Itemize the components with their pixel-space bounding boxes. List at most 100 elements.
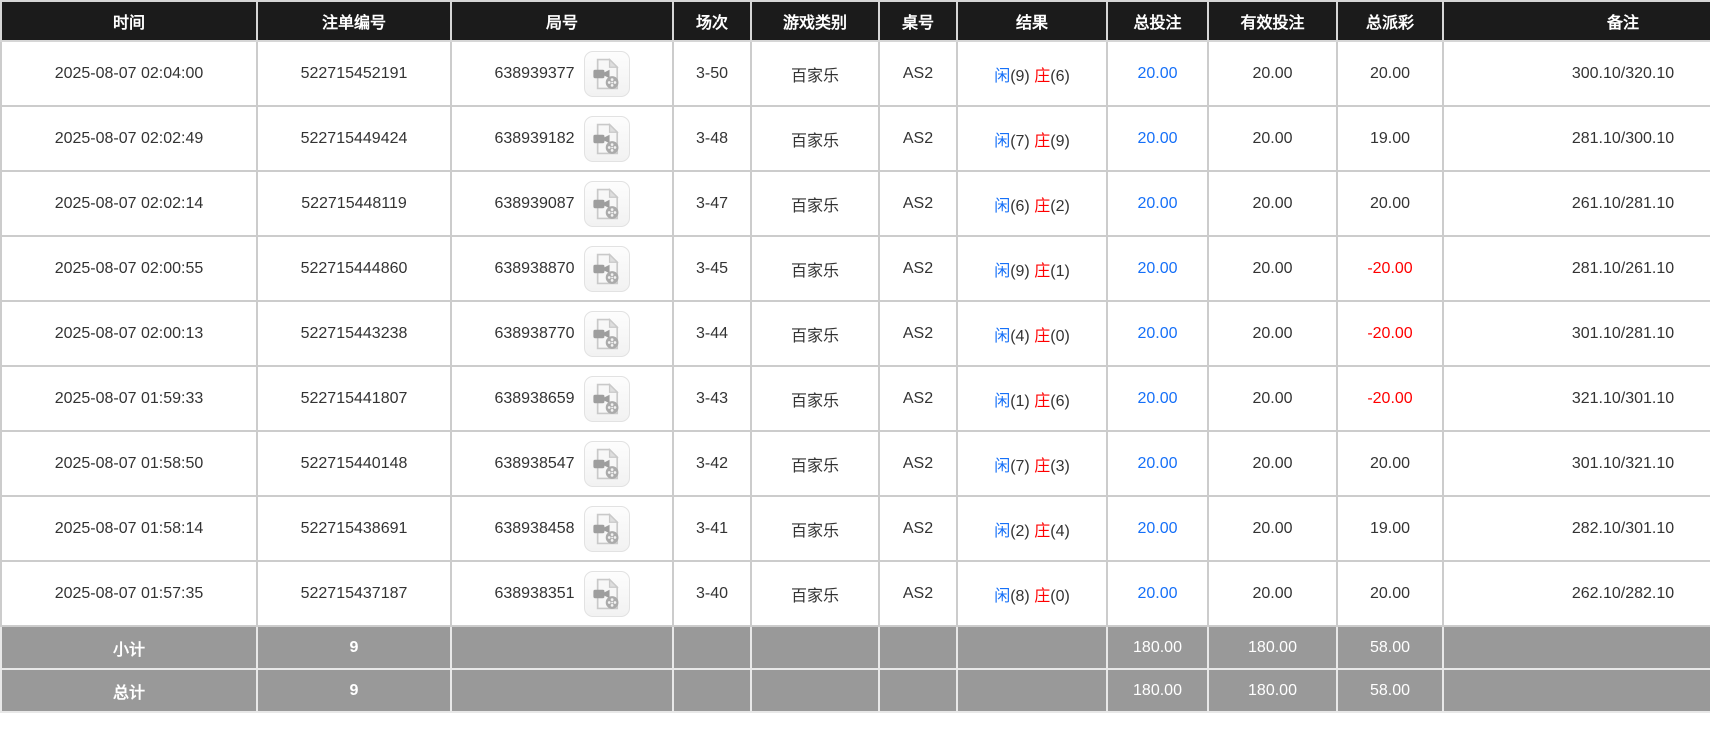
cell-remark: 262.10/282.10 <box>1442 560 1710 627</box>
cell-total-bet[interactable]: 20.00 <box>1106 235 1209 302</box>
video-replay-icon <box>592 512 622 546</box>
cell-valid-bet: 20.00 <box>1207 560 1338 627</box>
cell-table-no: AS2 <box>878 430 958 497</box>
video-replay-button[interactable] <box>583 505 630 552</box>
subtotal-label: 小计 <box>0 625 258 670</box>
result-player-label: 闲 <box>994 457 1011 475</box>
cell-total-payout: 19.00 <box>1336 495 1444 562</box>
cell-table-no: AS2 <box>878 495 958 562</box>
video-replay-icon <box>592 122 622 156</box>
cell-game-type: 百家乐 <box>750 365 880 432</box>
table-row: 2025-08-07 02:00:55 522715444860 6389388… <box>0 235 1710 302</box>
result-banker-label: 庄 <box>1034 197 1051 215</box>
cell-time: 2025-08-07 02:00:55 <box>0 235 258 302</box>
cell-round: 638938351 <box>450 560 674 627</box>
round-number: 638939087 <box>494 194 575 212</box>
cell-session: 3-43 <box>672 365 752 432</box>
col-header-valid-bet: 有效投注 <box>1207 0 1338 42</box>
cell-total-payout: -20.00 <box>1336 365 1444 432</box>
cell-valid-bet: 20.00 <box>1207 235 1338 302</box>
cell-bet-id: 522715452191 <box>256 40 452 107</box>
cell-result: 闲(1) 庄(6) <box>956 365 1108 432</box>
cell-bet-id: 522715440148 <box>256 430 452 497</box>
table-row: 2025-08-07 02:04:00 522715452191 6389393… <box>0 40 1710 107</box>
round-number: 638938351 <box>494 584 575 602</box>
grand-total-total-bet: 180.00 <box>1106 668 1209 713</box>
result-banker-score: (0) <box>1050 327 1070 345</box>
grand-total-row: 总计 9 180.00 180.00 58.00 <box>0 668 1710 713</box>
result-player-score: (4) <box>1010 327 1030 345</box>
grand-total-empty-remark <box>1442 668 1710 713</box>
video-replay-icon <box>592 187 622 221</box>
cell-total-bet[interactable]: 20.00 <box>1106 40 1209 107</box>
cell-bet-id: 522715437187 <box>256 560 452 627</box>
video-replay-button[interactable] <box>583 245 630 292</box>
cell-valid-bet: 20.00 <box>1207 300 1338 367</box>
table-row: 2025-08-07 01:59:33 522715441807 6389386… <box>0 365 1710 432</box>
video-replay-button[interactable] <box>583 310 630 357</box>
cell-valid-bet: 20.00 <box>1207 170 1338 237</box>
subtotal-count: 9 <box>256 625 452 670</box>
cell-table-no: AS2 <box>878 560 958 627</box>
cell-remark: 282.10/301.10 <box>1442 495 1710 562</box>
video-replay-button[interactable] <box>583 440 630 487</box>
grand-total-empty-result <box>956 668 1108 713</box>
cell-total-bet[interactable]: 20.00 <box>1106 170 1209 237</box>
video-replay-button[interactable] <box>583 50 630 97</box>
table-row: 2025-08-07 01:58:14 522715438691 6389384… <box>0 495 1710 562</box>
cell-round: 638939182 <box>450 105 674 172</box>
cell-time: 2025-08-07 02:02:14 <box>0 170 258 237</box>
video-replay-icon <box>592 447 622 481</box>
cell-result: 闲(8) 庄(0) <box>956 560 1108 627</box>
video-replay-button[interactable] <box>583 180 630 227</box>
cell-game-type: 百家乐 <box>750 495 880 562</box>
cell-remark: 281.10/261.10 <box>1442 235 1710 302</box>
cell-total-bet[interactable]: 20.00 <box>1106 365 1209 432</box>
result-player-score: (7) <box>1010 457 1030 475</box>
table-row: 2025-08-07 01:58:50 522715440148 6389385… <box>0 430 1710 497</box>
cell-game-type: 百家乐 <box>750 105 880 172</box>
cell-total-bet[interactable]: 20.00 <box>1106 430 1209 497</box>
result-player-score: (9) <box>1010 67 1030 85</box>
cell-remark: 301.10/281.10 <box>1442 300 1710 367</box>
col-header-time: 时间 <box>0 0 258 42</box>
video-replay-icon <box>592 57 622 91</box>
result-banker-score: (2) <box>1050 197 1070 215</box>
cell-total-bet[interactable]: 20.00 <box>1106 300 1209 367</box>
grand-total-empty-game-type <box>750 668 880 713</box>
result-banker-label: 庄 <box>1034 587 1051 605</box>
cell-session: 3-47 <box>672 170 752 237</box>
result-banker-score: (0) <box>1050 587 1070 605</box>
cell-round: 638938770 <box>450 300 674 367</box>
round-number: 638938870 <box>494 259 575 277</box>
cell-session: 3-48 <box>672 105 752 172</box>
result-banker-score: (6) <box>1050 392 1070 410</box>
cell-total-payout: -20.00 <box>1336 300 1444 367</box>
cell-bet-id: 522715443238 <box>256 300 452 367</box>
cell-time: 2025-08-07 01:59:33 <box>0 365 258 432</box>
cell-total-bet[interactable]: 20.00 <box>1106 105 1209 172</box>
col-header-remark: 备注 <box>1442 0 1710 42</box>
cell-time: 2025-08-07 02:02:49 <box>0 105 258 172</box>
cell-remark: 261.10/281.10 <box>1442 170 1710 237</box>
cell-time: 2025-08-07 01:58:50 <box>0 430 258 497</box>
cell-bet-id: 522715438691 <box>256 495 452 562</box>
cell-valid-bet: 20.00 <box>1207 40 1338 107</box>
col-header-table-no: 桌号 <box>878 0 958 42</box>
header-row: 时间 注单编号 局号 场次 游戏类别 桌号 结果 总投注 有效投注 总派彩 备注 <box>0 0 1710 42</box>
table-footer: 小计 9 180.00 180.00 58.00 总计 9 180.00 180… <box>0 625 1710 713</box>
subtotal-valid-bet: 180.00 <box>1207 625 1338 670</box>
cell-session: 3-42 <box>672 430 752 497</box>
video-replay-button[interactable] <box>583 375 630 422</box>
cell-result: 闲(6) 庄(2) <box>956 170 1108 237</box>
video-replay-icon <box>592 317 622 351</box>
cell-game-type: 百家乐 <box>750 560 880 627</box>
subtotal-empty-table-no <box>878 625 958 670</box>
cell-round: 638939087 <box>450 170 674 237</box>
grand-total-empty-table-no <box>878 668 958 713</box>
cell-total-bet[interactable]: 20.00 <box>1106 495 1209 562</box>
cell-total-bet[interactable]: 20.00 <box>1106 560 1209 627</box>
video-replay-button[interactable] <box>583 115 630 162</box>
video-replay-button[interactable] <box>583 570 630 617</box>
cell-game-type: 百家乐 <box>750 235 880 302</box>
